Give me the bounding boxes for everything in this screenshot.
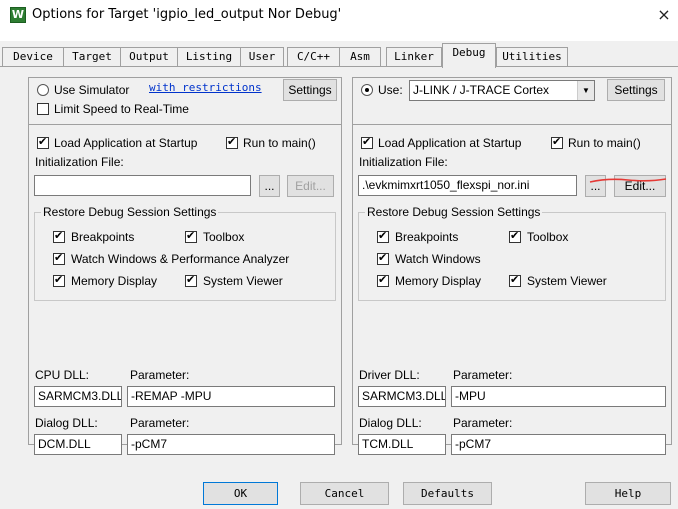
chevron-down-icon[interactable]: ▼ [577, 81, 594, 100]
driver-dll-label: Driver DLL: [359, 368, 420, 382]
tab-user[interactable]: User [240, 47, 284, 67]
right-load-app-checkbox[interactable] [361, 135, 373, 149]
use-simulator-label: Use Simulator [54, 83, 130, 97]
left-init-file-label: Initialization File: [35, 155, 124, 169]
right-init-file-input[interactable]: .\evkmimxrt1050_flexspi_nor.ini [358, 175, 577, 196]
tab-target[interactable]: Target [63, 47, 121, 67]
right-system-viewer-checkbox[interactable] [509, 273, 521, 287]
use-debugger-label: Use: [378, 83, 403, 97]
left-browse-button[interactable]: ... [259, 175, 280, 197]
right-breakpoints-checkbox[interactable] [377, 229, 389, 243]
left-watch-windows-label: Watch Windows & Performance Analyzer [71, 252, 290, 266]
right-load-app-label: Load Application at Startup [378, 136, 522, 150]
right-dialog-param-input[interactable]: -pCM7 [451, 434, 666, 455]
title-bar: W Options for Target 'igpio_led_output N… [0, 0, 678, 30]
right-run-to-main-checkbox[interactable] [551, 135, 563, 149]
simulator-settings-button[interactable]: Settings [283, 79, 337, 101]
close-button[interactable]: × [650, 0, 678, 30]
right-init-file-label: Initialization File: [359, 155, 448, 169]
left-edit-button: Edit... [287, 175, 334, 197]
right-toolbox-label: Toolbox [527, 230, 569, 244]
cpu-param-label: Parameter: [130, 368, 190, 382]
tab-debug[interactable]: Debug [442, 43, 496, 68]
right-dialog-param-label: Parameter: [453, 416, 513, 430]
cpu-param-input[interactable]: -REMAP -MPU [127, 386, 335, 407]
left-run-to-main-label: Run to main() [243, 136, 316, 150]
cpu-dll-label: CPU DLL: [35, 368, 90, 382]
left-load-app-checkbox[interactable] [37, 135, 49, 149]
tab-listing[interactable]: Listing [177, 47, 241, 67]
ok-button[interactable]: OK [203, 482, 278, 505]
left-toolbox-checkbox[interactable] [185, 229, 197, 243]
right-run-to-main-label: Run to main() [568, 136, 641, 150]
left-dialog-param-label: Parameter: [130, 416, 190, 430]
right-watch-windows-checkbox[interactable] [377, 251, 389, 265]
cancel-button[interactable]: Cancel [300, 482, 389, 505]
right-memory-display-checkbox[interactable] [377, 273, 389, 287]
tab-cpp[interactable]: C/C++ [287, 47, 340, 67]
debugger-select[interactable]: J-LINK / J-TRACE Cortex ▼ [409, 80, 595, 101]
limit-speed-checkbox[interactable] [37, 103, 49, 115]
left-watch-windows-checkbox[interactable] [53, 251, 65, 265]
limit-speed-label: Limit Speed to Real-Time [54, 102, 189, 116]
left-system-viewer-label: System Viewer [203, 274, 283, 288]
app-icon: W [10, 7, 26, 23]
tab-output[interactable]: Output [120, 47, 178, 67]
left-breakpoints-checkbox[interactable] [53, 229, 65, 243]
right-system-viewer-label: System Viewer [527, 274, 607, 288]
debugger-select-value: J-LINK / J-TRACE Cortex [413, 83, 550, 97]
defaults-button[interactable]: Defaults [403, 482, 492, 505]
left-separator [28, 124, 342, 125]
tab-utilities[interactable]: Utilities [496, 47, 568, 67]
with-restrictions-link[interactable]: with restrictions [149, 81, 262, 94]
left-memory-display-label: Memory Display [71, 274, 158, 288]
left-dialog-dll-label: Dialog DLL: [35, 416, 98, 430]
left-breakpoints-label: Breakpoints [71, 230, 135, 244]
left-restore-group-title: Restore Debug Session Settings [41, 205, 219, 219]
driver-param-input[interactable]: -MPU [451, 386, 666, 407]
right-dialog-dll-label: Dialog DLL: [359, 416, 422, 430]
tab-strip: Device Target Output Listing User C/C++ … [0, 41, 678, 68]
right-separator [352, 124, 672, 125]
driver-dll-input[interactable]: SARMCM3.DLL [358, 386, 446, 407]
left-toolbox-label: Toolbox [203, 230, 245, 244]
help-button[interactable]: Help [585, 482, 671, 505]
right-toolbox-checkbox[interactable] [509, 229, 521, 243]
tab-linker[interactable]: Linker [386, 47, 442, 67]
use-debugger-radio[interactable] [361, 84, 373, 96]
right-watch-windows-label: Watch Windows [395, 252, 481, 266]
tab-device[interactable]: Device [2, 47, 64, 67]
cpu-dll-input[interactable]: SARMCM3.DLL [34, 386, 122, 407]
driver-param-label: Parameter: [453, 368, 513, 382]
right-dialog-dll-input[interactable]: TCM.DLL [358, 434, 446, 455]
left-dialog-dll-input[interactable]: DCM.DLL [34, 434, 122, 455]
right-restore-group-title: Restore Debug Session Settings [365, 205, 543, 219]
left-run-to-main-checkbox[interactable] [226, 135, 238, 149]
right-breakpoints-label: Breakpoints [395, 230, 459, 244]
tab-asm[interactable]: Asm [339, 47, 381, 67]
left-memory-display-checkbox[interactable] [53, 273, 65, 287]
left-init-file-input[interactable] [34, 175, 251, 196]
red-underline-annotation [589, 178, 667, 183]
use-simulator-radio[interactable] [37, 84, 49, 96]
debugger-settings-button[interactable]: Settings [607, 79, 665, 101]
left-dialog-param-input[interactable]: -pCM7 [127, 434, 335, 455]
left-system-viewer-checkbox[interactable] [185, 273, 197, 287]
left-load-app-label: Load Application at Startup [54, 136, 198, 150]
right-memory-display-label: Memory Display [395, 274, 482, 288]
window-title: Options for Target 'igpio_led_output Nor… [32, 7, 342, 22]
